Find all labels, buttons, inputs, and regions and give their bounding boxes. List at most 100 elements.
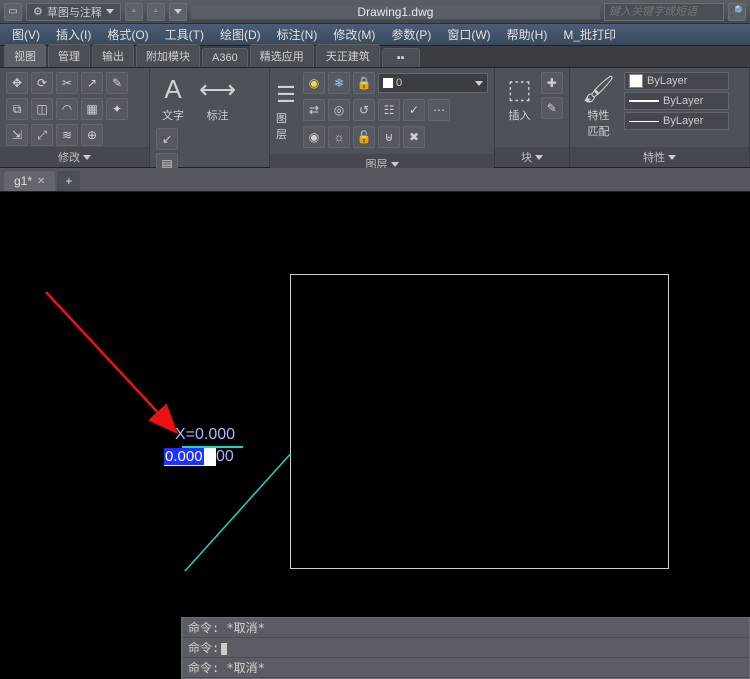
layer-more-icon[interactable]: ⋯ bbox=[428, 99, 450, 121]
menu-window[interactable]: 窗口(W) bbox=[439, 24, 498, 45]
match-props-icon: 🖌 bbox=[582, 74, 615, 105]
layer-match-icon[interactable]: ⇄ bbox=[303, 99, 325, 121]
qat-new-icon[interactable]: ▫ bbox=[125, 3, 143, 21]
leader-icon[interactable]: ↙ bbox=[156, 128, 178, 150]
current-layer-name: 0 bbox=[396, 77, 402, 89]
color-dropdown[interactable]: ByLayer bbox=[624, 72, 729, 90]
panel-annotate: A 文字 ⟷ 标注 ↙ ▤ 注释 bbox=[150, 68, 270, 167]
stretch-icon[interactable]: ⇲ bbox=[6, 124, 28, 146]
layer-delete-icon[interactable]: ✖ bbox=[403, 126, 425, 148]
layer-dropdown[interactable]: 0 bbox=[378, 73, 488, 93]
annotation-arrow bbox=[36, 284, 196, 444]
menu-format[interactable]: 格式(O) bbox=[99, 24, 156, 45]
panel-modify: ✥ ⟳ ✂ ↗ ✎ ⧉ ◫ ◠ ▦ ✦ ⇲ ⤢ ≋ ⊕ 修改 bbox=[0, 68, 150, 167]
rotate-icon[interactable]: ⟳ bbox=[31, 72, 53, 94]
explode-icon[interactable]: ✦ bbox=[106, 98, 128, 120]
layers-icon: ☰ bbox=[276, 82, 296, 108]
menu-dim[interactable]: 标注(N) bbox=[269, 24, 326, 45]
chevron-down-icon bbox=[106, 9, 114, 14]
text-button[interactable]: A 文字 bbox=[156, 72, 190, 125]
tab-manage[interactable]: 管理 bbox=[48, 44, 90, 67]
command-window[interactable]: 命令: *取消* 命令: 命令: *取消* bbox=[181, 617, 750, 679]
menu-view[interactable]: 图(V) bbox=[4, 24, 48, 45]
mirror-icon[interactable]: ◫ bbox=[31, 98, 53, 120]
panel-block-title[interactable]: 块 bbox=[495, 147, 569, 167]
linetype-dropdown[interactable]: ByLayer bbox=[624, 112, 729, 130]
layer-color-swatch bbox=[383, 78, 393, 88]
new-document-tab[interactable]: + bbox=[57, 171, 80, 191]
workspace-switcher[interactable]: ⚙ 草图与注释 bbox=[26, 3, 121, 21]
layer-props-button[interactable]: ☰ 图层 bbox=[276, 82, 300, 142]
color-swatch bbox=[629, 74, 643, 88]
document-tab-label: g1* bbox=[14, 174, 32, 188]
cmd-history-line: 命令: bbox=[182, 638, 749, 658]
insert-block-button[interactable]: ⬚ 插入 bbox=[501, 72, 538, 147]
search-icon[interactable]: 🔎 bbox=[728, 3, 746, 21]
qat-save-icon[interactable]: ▫ bbox=[147, 3, 165, 21]
layer-off-icon[interactable]: ◉ bbox=[303, 72, 325, 94]
layer-merge-icon[interactable]: ⊎ bbox=[378, 126, 400, 148]
dimension-button[interactable]: ⟷ 标注 bbox=[193, 72, 242, 125]
tab-a360[interactable]: A360 bbox=[202, 48, 248, 67]
layer-lock-icon[interactable]: 🔒 bbox=[353, 72, 375, 94]
menu-modify[interactable]: 修改(M) bbox=[325, 24, 383, 45]
trim-icon[interactable]: ✂ bbox=[56, 72, 78, 94]
gear-icon: ⚙ bbox=[33, 5, 43, 18]
tab-tarch[interactable]: 天正建筑 bbox=[316, 44, 380, 67]
title-bar: ▭ ⚙ 草图与注释 ▫ ▫ Drawing1.dwg 🔎 bbox=[0, 0, 750, 24]
menu-bar: 图(V) 插入(I) 格式(O) 工具(T) 绘图(D) 标注(N) 修改(M)… bbox=[0, 24, 750, 46]
close-icon[interactable]: ✕ bbox=[37, 176, 45, 187]
linetype-preview bbox=[629, 121, 659, 122]
document-tabbar: g1* ✕ + bbox=[0, 168, 750, 192]
array-icon[interactable]: ▦ bbox=[81, 98, 103, 120]
tab-view[interactable]: 视图 bbox=[4, 44, 46, 67]
scale-icon[interactable]: ⤢ bbox=[31, 124, 53, 146]
menu-tools[interactable]: 工具(T) bbox=[157, 24, 212, 45]
menu-batchprint[interactable]: M_批打印 bbox=[555, 24, 624, 45]
layer-prev-icon[interactable]: ↺ bbox=[353, 99, 375, 121]
menu-help[interactable]: 帮助(H) bbox=[499, 24, 556, 45]
layer-state-icon[interactable]: ✓ bbox=[403, 99, 425, 121]
coord-x-label: X=0.000 bbox=[175, 426, 235, 444]
menu-draw[interactable]: 绘图(D) bbox=[212, 24, 269, 45]
panel-modify-title[interactable]: 修改 bbox=[0, 147, 149, 167]
tab-output[interactable]: 输出 bbox=[92, 44, 134, 67]
layer-on-icon[interactable]: ◉ bbox=[303, 126, 325, 148]
window-title: Drawing1.dwg bbox=[191, 5, 600, 19]
document-tab[interactable]: g1* ✕ bbox=[4, 171, 55, 191]
text-icon: A bbox=[164, 74, 181, 105]
menu-param[interactable]: 参数(P) bbox=[383, 24, 439, 45]
coord-input-selection[interactable]: 0.000 bbox=[164, 448, 204, 465]
extend-icon[interactable]: ↗ bbox=[81, 72, 103, 94]
lineweight-dropdown[interactable]: ByLayer bbox=[624, 92, 729, 110]
layer-walk-icon[interactable]: ☷ bbox=[378, 99, 400, 121]
menu-insert[interactable]: 插入(I) bbox=[48, 24, 99, 45]
match-props-button[interactable]: 🖌 特性 匹配 bbox=[576, 72, 621, 141]
block-edit-icon[interactable]: ✎ bbox=[541, 97, 563, 119]
move-icon[interactable]: ✥ bbox=[6, 72, 28, 94]
offset-icon[interactable]: ≋ bbox=[56, 124, 78, 146]
chevron-down-icon bbox=[475, 81, 483, 86]
join-icon[interactable]: ⊕ bbox=[81, 124, 103, 146]
qat-open-icon[interactable]: ▭ bbox=[4, 3, 22, 21]
cmd-history-line: 命令: *取消* bbox=[182, 618, 749, 638]
ribbon: ✥ ⟳ ✂ ↗ ✎ ⧉ ◫ ◠ ▦ ✦ ⇲ ⤢ ≋ ⊕ 修改 A 文字 bbox=[0, 68, 750, 168]
cmd-history-line: 命令: *取消* bbox=[182, 658, 749, 678]
panel-props-title[interactable]: 特性 bbox=[570, 147, 749, 167]
layer-thaw-icon[interactable]: ☼ bbox=[328, 126, 350, 148]
fillet-icon[interactable]: ◠ bbox=[56, 98, 78, 120]
drawing-rectangle bbox=[290, 274, 669, 569]
erase-icon[interactable]: ✎ bbox=[106, 72, 128, 94]
tab-featured[interactable]: 精选应用 bbox=[250, 44, 314, 67]
dimension-icon: ⟷ bbox=[199, 74, 236, 105]
tab-extra[interactable]: ▪▪ bbox=[382, 48, 420, 67]
drawing-canvas[interactable]: X=0.000 0.000 00 命令: *取消* 命令: 命令: *取消* bbox=[0, 192, 750, 679]
layer-iso-icon[interactable]: ◎ bbox=[328, 99, 350, 121]
search-input[interactable] bbox=[604, 3, 724, 21]
block-create-icon[interactable]: ✚ bbox=[541, 72, 563, 94]
layer-freeze-icon[interactable]: ❄ bbox=[328, 72, 350, 94]
qat-overflow-icon[interactable] bbox=[169, 3, 187, 21]
layer-unlock-icon[interactable]: 🔓 bbox=[353, 126, 375, 148]
copy-icon[interactable]: ⧉ bbox=[6, 98, 28, 120]
tab-addons[interactable]: 附加模块 bbox=[136, 44, 200, 67]
